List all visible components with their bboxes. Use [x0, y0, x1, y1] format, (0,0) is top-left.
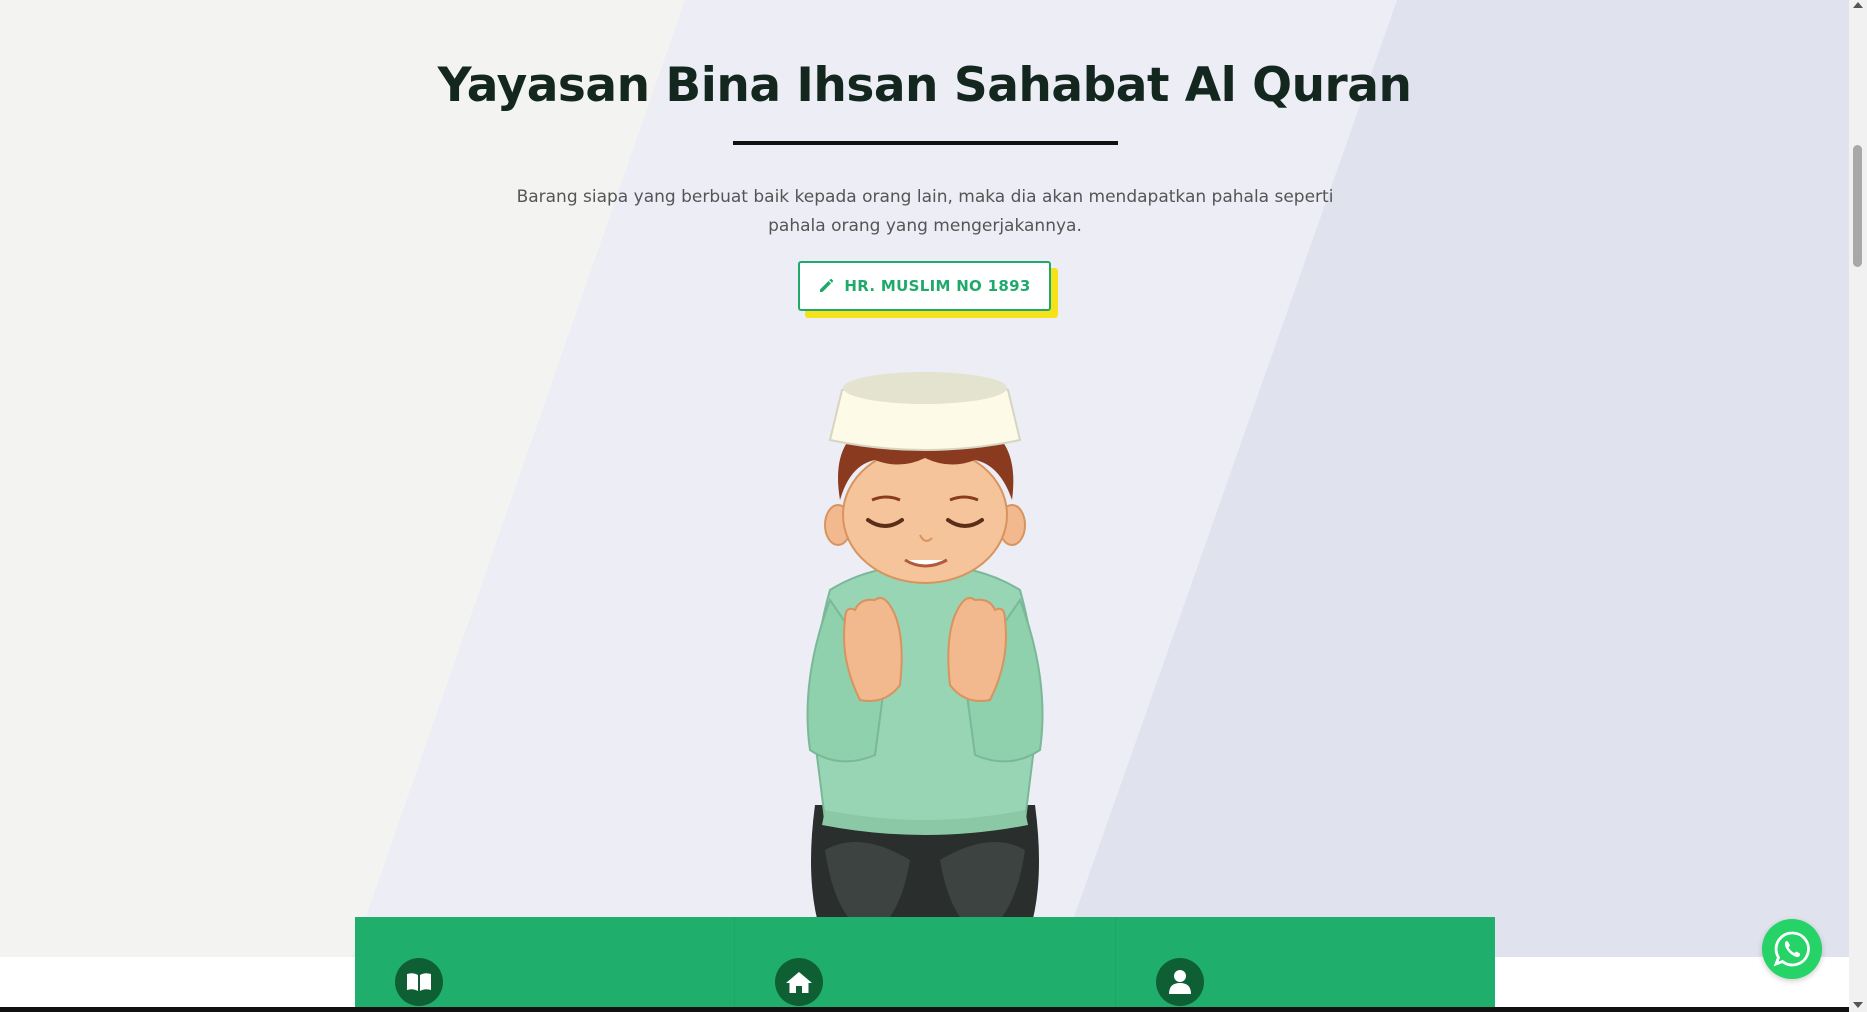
hadith-reference-button[interactable]: HR. MUSLIM NO 1893	[798, 261, 1051, 311]
hero-subtitle: Barang siapa yang berbuat baik kepada or…	[516, 187, 1334, 236]
home-icon	[775, 958, 824, 1006]
whatsapp-chat-button[interactable]	[1762, 919, 1822, 979]
features-bar	[355, 917, 1495, 1012]
hadith-reference-label: HR. MUSLIM NO 1893	[844, 277, 1031, 295]
scroll-thumb[interactable]	[1853, 145, 1862, 267]
praying-boy-illustration	[806, 372, 1044, 953]
feature-item	[735, 917, 1116, 1012]
user-icon	[1155, 958, 1204, 1006]
vertical-scrollbar[interactable]	[1849, 0, 1867, 1012]
hero-section: Yayasan Bina Ihsan Sahabat Al Quran Bara…	[0, 0, 1849, 957]
page-title: Yayasan Bina Ihsan Sahabat Al Quran	[437, 58, 1412, 113]
title-divider	[733, 141, 1118, 145]
bottom-edge	[0, 1007, 1849, 1012]
pencil-icon	[820, 278, 834, 292]
feature-item	[1116, 917, 1495, 1012]
feature-item	[355, 917, 736, 1012]
whatsapp-icon	[1773, 931, 1810, 967]
scroll-up-arrow-icon[interactable]	[1853, 2, 1863, 8]
book-open-icon	[395, 958, 443, 1006]
scroll-down-arrow-icon[interactable]	[1853, 1002, 1863, 1008]
